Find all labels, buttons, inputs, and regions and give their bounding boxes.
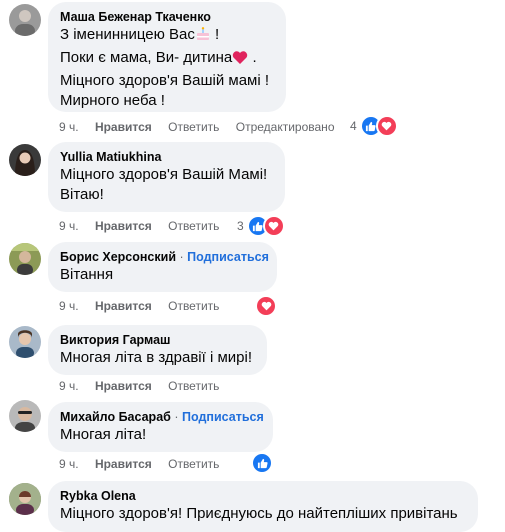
like-button[interactable]: Нравится (95, 120, 152, 134)
comment-actions: 9 ч. Нравится Ответить (59, 299, 232, 313)
reply-button[interactable]: Ответить (168, 219, 219, 233)
comment-author[interactable]: Михайло Басараб (60, 410, 171, 424)
edited-label[interactable]: Отредактировано (236, 120, 335, 134)
comment-bubble: Маша Беженар Ткаченко З іменинницею Вас … (48, 2, 286, 112)
comment-time[interactable]: 9 ч. (59, 299, 79, 313)
comment-time[interactable]: 9 ч. (59, 457, 79, 471)
comment-author[interactable]: Виктория Гармаш (60, 332, 255, 348)
comment-line: Многая літа! (60, 426, 147, 443)
like-reaction-icon (251, 452, 273, 474)
love-reaction-icon (375, 115, 398, 137)
comment-bubble: Rybka Olena Міцного здоров'я! Приєднуюсь… (48, 481, 478, 532)
like-button[interactable]: Нравится (95, 457, 152, 471)
comment-line: Поки є мама, Ви- дитина . (60, 48, 274, 71)
avatar[interactable] (9, 243, 41, 275)
comment-line: Міцного здоров'я! Приєднуюсь до найтеплі… (60, 505, 458, 522)
avatar[interactable] (9, 4, 41, 36)
reaction-count: 3 (237, 219, 244, 233)
comment-line: Міцного здоров'я Вашій мамі ! (60, 72, 270, 89)
like-button[interactable]: Нравится (95, 299, 152, 313)
reply-button[interactable]: Ответить (168, 379, 219, 393)
comment-author[interactable]: Yullia Matiukhina (60, 149, 273, 165)
comment-author-line: Борис Херсонский · Подписаться (60, 249, 269, 265)
comment-actions: 9 ч. Нравится Ответить (59, 379, 232, 393)
separator: · (179, 250, 184, 264)
love-reaction-icon (255, 295, 277, 317)
reactions[interactable] (251, 452, 273, 474)
reaction-count: 4 (350, 119, 357, 133)
comment-time[interactable]: 9 ч. (59, 379, 79, 393)
avatar[interactable] (9, 483, 41, 515)
comment-bubble: Борис Херсонский · Подписаться Вітання (48, 242, 277, 292)
reactions[interactable] (255, 295, 277, 317)
reply-button[interactable]: Ответить (168, 299, 219, 313)
comment-actions: 9 ч. Нравится Ответить Отредактировано (59, 120, 348, 134)
birthday-cake-icon (195, 26, 211, 48)
like-button[interactable]: Нравится (95, 379, 152, 393)
avatar[interactable] (9, 400, 41, 432)
comment-line: Вітання (60, 266, 114, 283)
comment-line: Вітаю! (60, 186, 104, 203)
like-button[interactable]: Нравится (95, 219, 152, 233)
comment-actions: 9 ч. Нравится Ответить (59, 219, 232, 233)
comment-bubble: Виктория Гармаш Многая літа в здравії і … (48, 325, 267, 375)
comment-author[interactable]: Rybka Olena (60, 488, 466, 504)
comment-line: Многая літа в здравії і мирі! (60, 349, 252, 366)
reply-button[interactable]: Ответить (168, 457, 219, 471)
avatar[interactable] (9, 326, 41, 358)
comment-bubble: Yullia Matiukhina Міцного здоров'я Вашій… (48, 142, 285, 212)
reply-button[interactable]: Ответить (168, 120, 219, 134)
comment-author[interactable]: Борис Херсонский (60, 250, 176, 264)
red-heart-icon (232, 50, 248, 71)
subscribe-link[interactable]: Подписаться (187, 250, 269, 264)
comment-line: Мирного неба ! (60, 92, 165, 109)
separator: · (174, 410, 179, 424)
reactions[interactable]: 4 (350, 115, 398, 137)
avatar[interactable] (9, 144, 41, 176)
love-reaction-icon (262, 215, 285, 237)
comment-author[interactable]: Маша Беженар Ткаченко (60, 9, 274, 25)
comment-author-line: Михайло Басараб · Подписаться (60, 409, 264, 425)
subscribe-link[interactable]: Подписаться (182, 410, 264, 424)
reactions[interactable]: 3 (237, 215, 285, 237)
comment-time[interactable]: 9 ч. (59, 120, 79, 134)
comment-line: Міцного здоров'я Вашій Мамі! (60, 166, 268, 183)
comment-actions: 9 ч. Нравится Ответить (59, 457, 232, 471)
comment-line: З іменинницею Вас ! (60, 25, 274, 48)
comment-time[interactable]: 9 ч. (59, 219, 79, 233)
comment-bubble: Михайло Басараб · Подписаться Многая літ… (48, 402, 273, 452)
